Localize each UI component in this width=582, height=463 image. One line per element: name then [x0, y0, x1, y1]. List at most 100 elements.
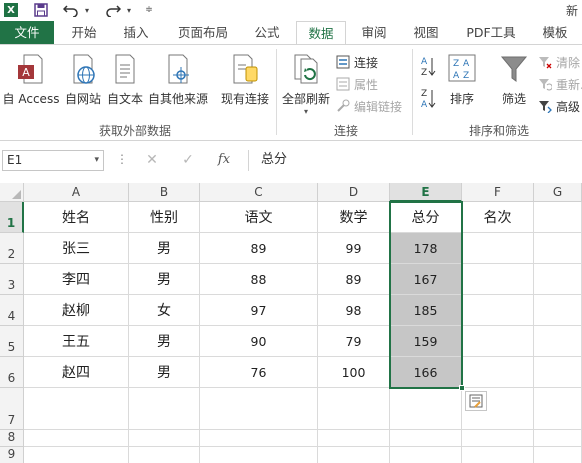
tab-formulas[interactable]: 公式	[244, 21, 290, 45]
empty-cell[interactable]	[24, 388, 129, 430]
empty-cell[interactable]	[390, 447, 462, 463]
header-cell-name[interactable]: 姓名	[24, 202, 129, 233]
row-header-3[interactable]: 3	[0, 264, 24, 295]
empty-cell[interactable]	[318, 430, 390, 447]
empty-cell[interactable]	[129, 447, 200, 463]
reapply-button[interactable]: 重新...	[538, 75, 582, 93]
table-cell-name[interactable]: 王五	[24, 326, 129, 357]
select-all-corner[interactable]	[0, 183, 24, 202]
sort-button[interactable]: ZAAZ 排序	[444, 53, 480, 107]
customize-qat-icon[interactable]: ≑	[144, 1, 154, 19]
tab-view[interactable]: 视图	[404, 21, 448, 45]
table-cell-name[interactable]: 赵柳	[24, 295, 129, 326]
name-box[interactable]: E1 ▾	[2, 150, 104, 171]
empty-cell[interactable]	[462, 295, 534, 326]
table-cell-total[interactable]: 167	[390, 264, 462, 295]
row-header-2[interactable]: 2	[0, 233, 24, 264]
table-cell-math[interactable]: 79	[318, 326, 390, 357]
clear-filter-button[interactable]: 清除	[538, 53, 580, 71]
advanced-filter-button[interactable]: 高级	[538, 97, 580, 115]
tab-page-layout[interactable]: 页面布局	[168, 21, 238, 45]
save-icon[interactable]	[32, 1, 50, 19]
column-header-g[interactable]: G	[534, 183, 582, 202]
table-cell-math[interactable]: 99	[318, 233, 390, 264]
table-cell-chinese[interactable]: 76	[200, 357, 318, 388]
tab-pdf-tools[interactable]: PDF工具	[458, 21, 524, 45]
tab-templates[interactable]: 模板	[530, 21, 580, 45]
empty-cell[interactable]	[462, 326, 534, 357]
row-header-9[interactable]: 9	[0, 447, 24, 463]
table-cell-gender[interactable]: 男	[129, 233, 200, 264]
tab-insert[interactable]: 插入	[114, 21, 158, 45]
empty-cell[interactable]	[200, 430, 318, 447]
empty-cell[interactable]	[534, 233, 582, 264]
redo-dropdown-icon[interactable]: ▾	[124, 1, 134, 19]
header-cell-gender[interactable]: 性别	[129, 202, 200, 233]
empty-cell[interactable]	[24, 430, 129, 447]
table-cell-gender[interactable]: 女	[129, 295, 200, 326]
empty-cell[interactable]	[534, 264, 582, 295]
empty-cell[interactable]	[462, 430, 534, 447]
row-header-5[interactable]: 5	[0, 326, 24, 357]
table-cell-name[interactable]: 李四	[24, 264, 129, 295]
table-cell-math[interactable]: 100	[318, 357, 390, 388]
properties-button[interactable]: 属性	[336, 75, 378, 93]
header-cell-total[interactable]: 总分	[390, 202, 462, 233]
table-cell-chinese[interactable]: 97	[200, 295, 318, 326]
formula-input[interactable]: 总分	[248, 150, 582, 171]
column-header-a[interactable]: A	[24, 183, 129, 202]
column-header-d[interactable]: D	[318, 183, 390, 202]
empty-cell[interactable]	[462, 357, 534, 388]
from-web-button[interactable]: 自网站	[62, 53, 104, 107]
existing-connections-button[interactable]: 现有连接	[218, 53, 272, 107]
empty-cell[interactable]	[200, 388, 318, 430]
row-header-7[interactable]: 7	[0, 388, 24, 430]
name-box-dropdown-icon[interactable]: ▾	[94, 151, 99, 170]
tab-data[interactable]: 数据	[296, 21, 346, 46]
refresh-all-button[interactable]: 全部刷新 ▾	[280, 53, 332, 116]
empty-cell[interactable]	[534, 447, 582, 463]
column-header-c[interactable]: C	[200, 183, 318, 202]
header-cell-math[interactable]: 数学	[318, 202, 390, 233]
edit-links-button[interactable]: 编辑链接	[336, 97, 402, 115]
empty-cell[interactable]	[534, 326, 582, 357]
empty-cell[interactable]	[534, 430, 582, 447]
empty-cell[interactable]	[462, 447, 534, 463]
row-header-6[interactable]: 6	[0, 357, 24, 388]
table-cell-total[interactable]: 166	[390, 357, 462, 388]
empty-cell[interactable]	[534, 388, 582, 430]
insert-function-icon[interactable]: fx	[214, 151, 234, 169]
enter-icon[interactable]: ✓	[178, 151, 198, 169]
table-cell-math[interactable]: 89	[318, 264, 390, 295]
from-other-sources-button[interactable]: 自其他来源	[146, 53, 210, 107]
table-cell-name[interactable]: 张三	[24, 233, 129, 264]
table-cell-chinese[interactable]: 90	[200, 326, 318, 357]
column-header-e[interactable]: E	[390, 183, 462, 202]
empty-cell[interactable]	[462, 264, 534, 295]
header-cell-rank[interactable]: 名次	[462, 202, 534, 233]
column-header-f[interactable]: F	[462, 183, 534, 202]
empty-cell[interactable]	[318, 447, 390, 463]
from-access-button[interactable]: A 自 Access	[0, 53, 62, 107]
table-cell-gender[interactable]: 男	[129, 264, 200, 295]
empty-cell[interactable]	[390, 388, 462, 430]
redo-icon[interactable]	[104, 1, 122, 19]
tab-file[interactable]: 文件	[0, 21, 54, 45]
row-header-8[interactable]: 8	[0, 430, 24, 447]
empty-cell[interactable]	[129, 388, 200, 430]
empty-cell[interactable]	[534, 202, 582, 233]
empty-cell[interactable]	[390, 430, 462, 447]
table-cell-chinese[interactable]: 89	[200, 233, 318, 264]
table-cell-total[interactable]: 159	[390, 326, 462, 357]
filter-button[interactable]: 筛选	[496, 53, 532, 107]
empty-cell[interactable]	[462, 233, 534, 264]
empty-cell[interactable]	[534, 295, 582, 326]
connections-button[interactable]: 连接	[336, 53, 378, 71]
empty-cell[interactable]	[129, 430, 200, 447]
empty-cell[interactable]	[318, 388, 390, 430]
table-cell-gender[interactable]: 男	[129, 326, 200, 357]
tab-review[interactable]: 审阅	[352, 21, 396, 45]
cancel-icon[interactable]: ✕	[142, 151, 162, 169]
formula-bar-resize-icon[interactable]: ⋮	[116, 152, 128, 166]
header-cell-chinese[interactable]: 语文	[200, 202, 318, 233]
